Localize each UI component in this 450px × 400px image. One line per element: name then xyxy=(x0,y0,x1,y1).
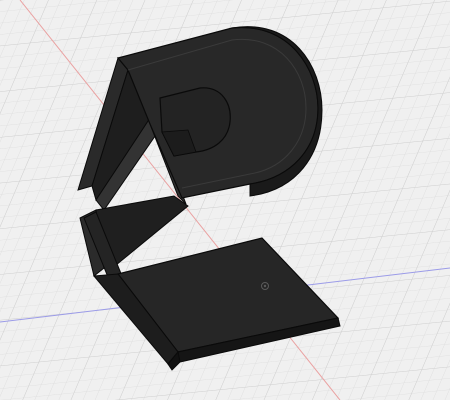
viewport-canvas[interactable] xyxy=(0,0,450,400)
3d-viewport[interactable] xyxy=(0,0,450,400)
